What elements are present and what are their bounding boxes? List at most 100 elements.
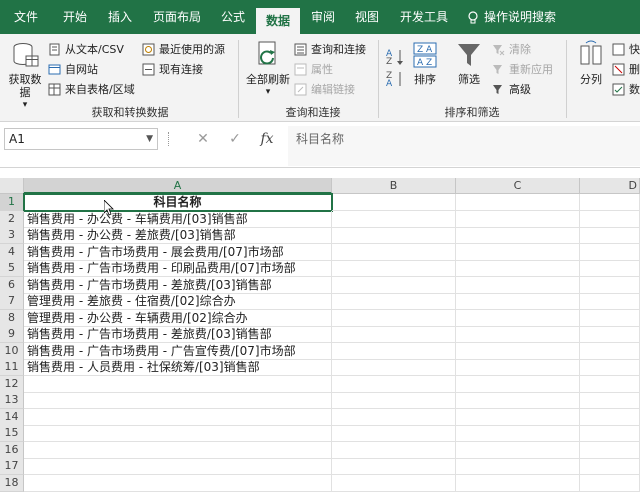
cell-c16[interactable]	[456, 441, 580, 459]
cell-a18[interactable]	[24, 474, 332, 492]
cell-a2[interactable]: 销售费用 - 办公费 - 车辆费用/[03]销售部	[24, 210, 332, 228]
sort-button[interactable]: Z A A Z 排序	[410, 40, 440, 86]
row-header[interactable]: 17	[0, 458, 24, 475]
tab-insert[interactable]: 插入	[100, 0, 140, 34]
cell-c8[interactable]	[456, 309, 580, 327]
cell-b11[interactable]	[332, 359, 456, 376]
row-header[interactable]: 1	[0, 194, 24, 211]
data-validation-button[interactable]: 数	[612, 80, 640, 98]
cell-d10[interactable]	[580, 342, 640, 360]
cell-d12[interactable]	[580, 375, 640, 393]
cell-b6[interactable]	[332, 276, 456, 294]
cell-a9[interactable]: 销售费用 - 广告市场费用 - 差旅费/[03]销售部	[24, 326, 332, 343]
cell-a12[interactable]	[24, 375, 332, 393]
cell-d18[interactable]	[580, 474, 640, 492]
cell-b10[interactable]	[332, 342, 456, 360]
cell-d13[interactable]	[580, 392, 640, 409]
cell-c10[interactable]	[456, 342, 580, 360]
row-header[interactable]: 8	[0, 309, 24, 327]
filter-button[interactable]: 筛选	[452, 40, 486, 86]
cell-d2[interactable]	[580, 210, 640, 228]
row-header[interactable]: 4	[0, 243, 24, 261]
cell-a5[interactable]: 销售费用 - 广告市场费用 - 印刷品费用/[07]市场部	[24, 260, 332, 277]
tab-data[interactable]: 数据	[256, 8, 300, 34]
insert-function-icon[interactable]: fx	[254, 128, 280, 150]
cell-b1[interactable]	[332, 194, 456, 211]
cell-d1[interactable]	[580, 194, 640, 211]
select-all-corner[interactable]	[0, 178, 24, 194]
cell-b4[interactable]	[332, 243, 456, 261]
row-header[interactable]: 9	[0, 326, 24, 343]
tab-file[interactable]: 文件	[4, 0, 48, 34]
cell-a7[interactable]: 管理费用 - 差旅费 - 住宿费/[02]综合办	[24, 293, 332, 310]
row-header[interactable]: 3	[0, 227, 24, 244]
row-header[interactable]: 7	[0, 293, 24, 310]
flash-fill-button[interactable]: 快	[612, 40, 640, 58]
row-header[interactable]: 11	[0, 359, 24, 376]
cell-c6[interactable]	[456, 276, 580, 294]
cell-c4[interactable]	[456, 243, 580, 261]
sort-ascending-icon[interactable]: A Z Z A	[384, 46, 406, 86]
cell-a16[interactable]	[24, 441, 332, 459]
cell-b14[interactable]	[332, 408, 456, 426]
get-data-button[interactable]: 获取数据 ▾	[4, 40, 46, 112]
tab-home[interactable]: 开始	[52, 0, 98, 34]
cell-b12[interactable]	[332, 375, 456, 393]
cell-d4[interactable]	[580, 243, 640, 261]
cell-d7[interactable]	[580, 293, 640, 310]
row-header[interactable]: 14	[0, 408, 24, 426]
chevron-down-icon[interactable]: ▼	[146, 129, 153, 149]
tab-formulas[interactable]: 公式	[212, 0, 254, 34]
cell-b8[interactable]	[332, 309, 456, 327]
refresh-all-button[interactable]: 全部刷新 ▾	[244, 40, 292, 99]
properties-button[interactable]: 属性	[294, 60, 333, 78]
tab-page-layout[interactable]: 页面布局	[146, 0, 208, 34]
from-text-csv-button[interactable]: 从文本/CSV	[48, 40, 124, 58]
cell-c1[interactable]	[456, 194, 580, 211]
from-web-button[interactable]: 自网站	[48, 60, 98, 78]
cell-c11[interactable]	[456, 359, 580, 376]
column-header-c[interactable]: C	[456, 178, 580, 194]
row-header[interactable]: 18	[0, 474, 24, 492]
tell-me-search[interactable]: 操作说明搜索	[484, 0, 564, 34]
cell-c2[interactable]	[456, 210, 580, 228]
cell-d11[interactable]	[580, 359, 640, 376]
tab-review[interactable]: 审阅	[304, 0, 342, 34]
cell-d3[interactable]	[580, 227, 640, 244]
row-header[interactable]: 16	[0, 441, 24, 459]
cell-d17[interactable]	[580, 458, 640, 475]
cell-d6[interactable]	[580, 276, 640, 294]
cell-c9[interactable]	[456, 326, 580, 343]
row-header[interactable]: 13	[0, 392, 24, 409]
cell-a13[interactable]	[24, 392, 332, 409]
column-header-d[interactable]: D	[580, 178, 640, 194]
clear-filter-button[interactable]: 清除	[492, 40, 531, 58]
edit-links-button[interactable]: 编辑链接	[294, 80, 355, 98]
cell-a1[interactable]: 科目名称	[23, 193, 333, 212]
cell-c15[interactable]	[456, 425, 580, 442]
cell-a14[interactable]	[24, 408, 332, 426]
advanced-filter-button[interactable]: 高级	[492, 80, 531, 98]
column-header-a[interactable]: A	[24, 178, 332, 194]
cell-d9[interactable]	[580, 326, 640, 343]
cell-d14[interactable]	[580, 408, 640, 426]
cell-c3[interactable]	[456, 227, 580, 244]
cancel-icon[interactable]: ✕	[190, 128, 216, 150]
cell-b9[interactable]	[332, 326, 456, 343]
cell-a17[interactable]	[24, 458, 332, 475]
queries-connections-button[interactable]: 查询和连接	[294, 40, 366, 58]
cell-c12[interactable]	[456, 375, 580, 393]
cell-b7[interactable]	[332, 293, 456, 310]
name-box[interactable]: A1 ▼	[4, 128, 158, 150]
row-header[interactable]: 12	[0, 375, 24, 393]
enter-icon[interactable]: ✓	[222, 128, 248, 150]
row-header[interactable]: 6	[0, 276, 24, 294]
cell-a4[interactable]: 销售费用 - 广告市场费用 - 展会费用/[07]市场部	[24, 243, 332, 261]
recent-sources-button[interactable]: 最近使用的源	[142, 40, 225, 58]
cell-d5[interactable]	[580, 260, 640, 277]
tab-view[interactable]: 视图	[348, 0, 386, 34]
remove-duplicates-button[interactable]: 删	[612, 60, 640, 78]
cell-a11[interactable]: 销售费用 - 人员费用 - 社保统筹/[03]销售部	[24, 359, 332, 376]
cell-a8[interactable]: 管理费用 - 办公费 - 车辆费用/[02]综合办	[24, 309, 332, 327]
cell-b2[interactable]	[332, 210, 456, 228]
